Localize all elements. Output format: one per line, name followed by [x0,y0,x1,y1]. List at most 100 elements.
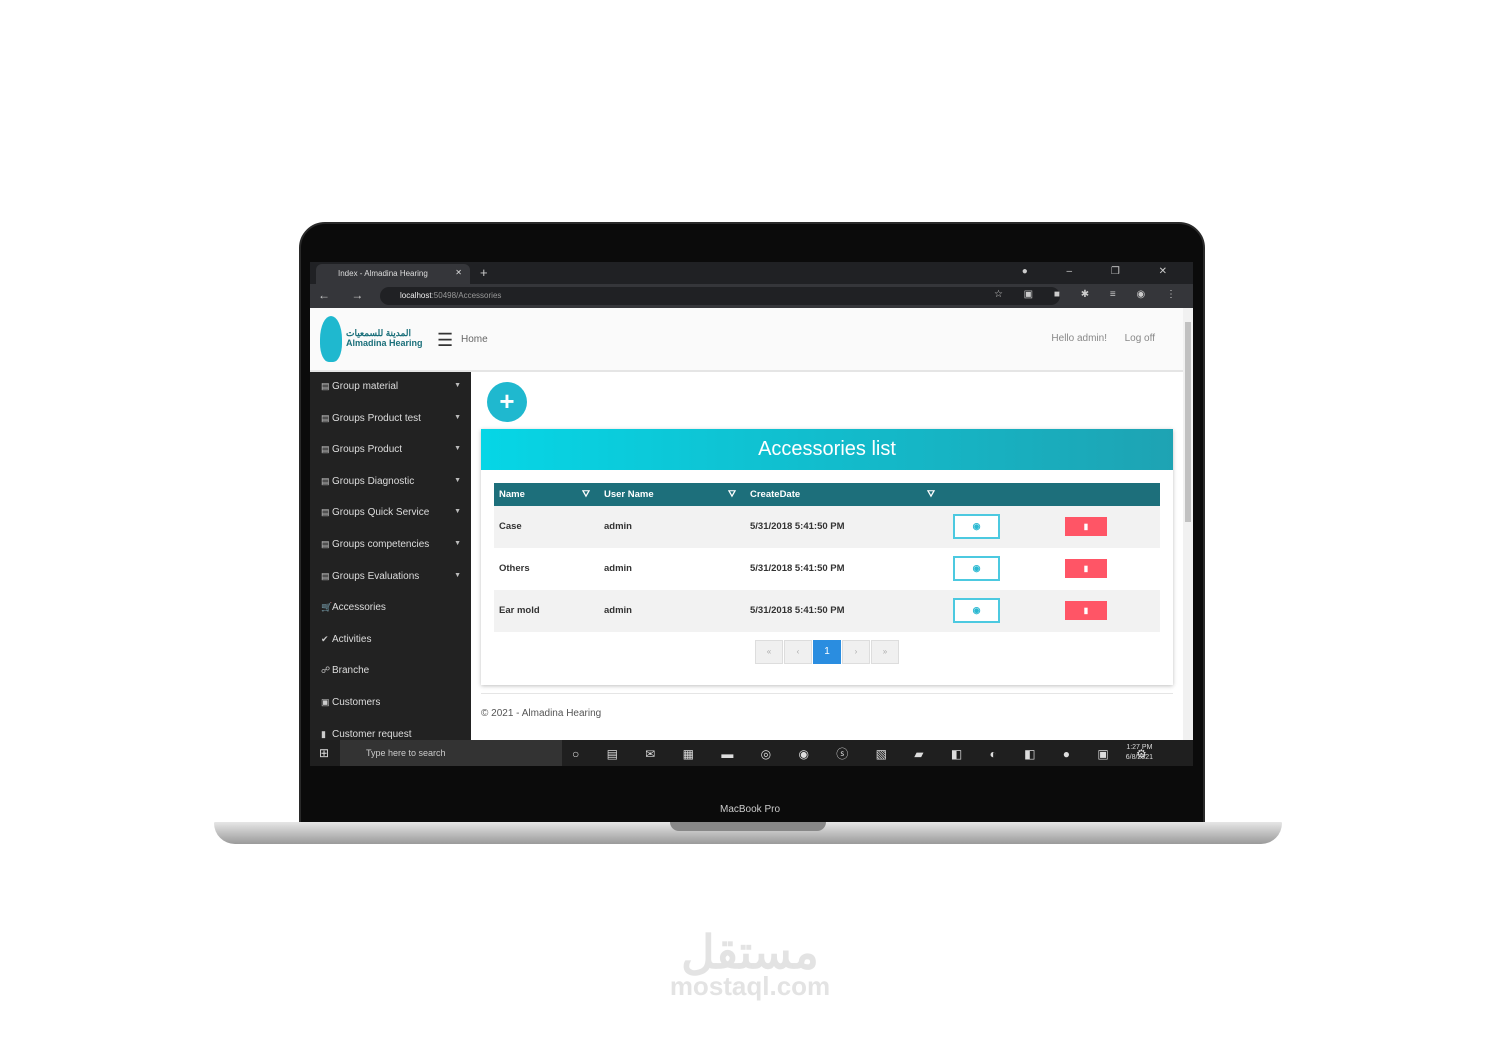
page-title: Accessories list [481,429,1173,470]
taskbar-search-input[interactable]: Type here to search [340,740,562,766]
list-icon: ▤ [321,507,330,518]
list-icon: ▤ [321,412,330,423]
sidebar-item-label: Groups Evaluations [332,570,420,582]
logo-icon [320,316,342,362]
device-label: MacBook Pro [719,804,781,815]
url-input[interactable]: localhost:50498/Accessories [380,287,1060,305]
sidebar-item-label: Accessories [332,602,386,614]
filter-icon[interactable]: ⛛ [927,489,935,500]
laptop-notch [670,822,826,831]
browser-tab[interactable]: Index - Almadina Hearing ✕ [316,264,470,284]
sidebar-item-label: Customers [332,696,381,708]
sidebar-item[interactable]: ▣ Customers [310,688,471,720]
prev-page-button[interactable]: ‹ [784,640,812,664]
column-user-name[interactable]: User Name [604,489,654,500]
caret-down-icon: ▼ [454,382,461,389]
address-book-icon: ▣ [321,696,330,707]
footer: © 2021 - Almadina Hearing [481,693,1173,719]
cart-icon: 🛒 [321,602,333,613]
cell-name: Ear mold [499,605,540,616]
scrollbar-thumb[interactable] [1185,322,1191,522]
scrollbar[interactable] [1183,308,1193,740]
taskbar-clock[interactable]: 1:27 PM 6/8/2021 [1126,743,1153,763]
sidebar-item[interactable]: ▤ Group material ▼ [310,372,471,404]
view-button[interactable]: ◉ [953,514,1000,539]
home-link[interactable]: Home [461,334,488,345]
delete-button[interactable]: ▮ [1065,517,1107,536]
cell-user: admin [604,521,632,532]
sidebar-item[interactable]: ▤ Groups Quick Service ▼ [310,498,471,530]
caret-down-icon: ▼ [454,476,461,484]
new-tab-button[interactable]: + [480,265,488,280]
sidebar-item[interactable]: ✔ Activities [310,625,471,657]
window-controls[interactable]: ● – ❐ ✕ [1022,266,1185,277]
column-name[interactable]: Name [499,489,525,500]
add-button[interactable]: + [487,382,527,422]
view-button[interactable]: ◉ [953,598,1000,623]
sidebar-item[interactable]: 🛒Accessories [310,593,471,625]
filter-icon[interactable]: ⛛ [728,489,736,500]
cell-date: 5/31/2018 5:41:50 PM [750,563,845,574]
extension-icons[interactable]: ☆ ▣ ■ ✱ ≡ ◉ ⋮ [994,289,1185,300]
pagination: « ‹ 1 › » [755,640,900,664]
sidebar-item[interactable]: ▤ Groups Product ▼ [310,435,471,467]
table-row: Ear mold admin 5/31/2018 5:41:50 PM ◉ ▮ [494,590,1160,632]
cell-user: admin [604,563,632,574]
trash-icon: ▮ [1083,606,1089,615]
trash-icon: ▮ [1083,522,1089,531]
taskbar-app-icons[interactable]: ○ ▤ ✉ ▦ ▬ ◎ ◉ ⓢ ▧ ▰ ◧ ◐ ◧ ● ▣ ⚙ [572,745,1159,762]
url-host: localhost [400,291,432,300]
sidebar-item-label: Groups Product [332,444,403,456]
first-page-button[interactable]: « [755,640,783,664]
browser-tabbar: Index - Almadina Hearing ✕ + ● – ❐ ✕ [310,262,1193,284]
menu-icon[interactable]: ☰ [437,330,453,351]
sidebar-item[interactable]: ☍ Branche [310,656,471,688]
clipboard-icon: ▮ [321,728,326,739]
sidebar-item[interactable]: ▤ Groups Diagnostic ▼ [310,467,471,499]
view-button[interactable]: ◉ [953,556,1000,581]
column-create-date[interactable]: CreateDate [750,489,800,500]
search-placeholder: Type here to search [366,748,446,758]
watermark-logo: مستقل mostaql.com [669,926,831,1001]
sidebar-item[interactable]: ▤ Groups Evaluations ▼ [310,562,471,594]
eye-icon: ◉ [972,605,981,615]
logo-text: المدينة للسمعيات Almadina Hearing [346,328,423,348]
delete-button[interactable]: ▮ [1065,559,1107,578]
caret-down-icon: ▼ [454,445,461,453]
caret-down-icon: ▼ [454,508,461,516]
check-circle-icon: ✔ [321,633,329,644]
sidebar-item-label: Groups Product test [332,412,421,424]
sidebar-item-label: Groups Quick Service [332,507,430,519]
sidebar-item-label: Branche [332,665,370,677]
logoff-link[interactable]: Log off [1125,333,1155,344]
sidebar-item-label: Groups Diagnostic [332,475,415,487]
caret-down-icon: ▼ [454,571,461,579]
hello-user-link[interactable]: Hello admin! [1051,333,1107,344]
main-content: + Accessories list Name ⛛ User Name ⛛ Cr… [471,372,1183,740]
cell-date: 5/31/2018 5:41:50 PM [750,605,845,616]
url-path: :50498/Accessories [431,291,502,300]
list-icon: ▤ [321,475,330,486]
filter-icon[interactable]: ⛛ [582,489,590,500]
next-page-button[interactable]: › [842,640,870,664]
tab-title: Index - Almadina Hearing [338,269,428,278]
eye-icon: ◉ [972,521,981,531]
sidebar-item[interactable]: ▤ Groups Product test ▼ [310,404,471,436]
last-page-button[interactable]: » [871,640,899,664]
close-tab-icon[interactable]: ✕ [455,268,462,277]
page-1-button[interactable]: 1 [813,640,841,664]
cell-name: Case [499,521,522,532]
app-header: المدينة للسمعيات Almadina Hearing ☰ Home … [310,308,1183,372]
address-bar: ← → ↻ localhost:50498/Accessories ☆ ▣ ■ … [310,284,1193,308]
sidebar-item-label: Activities [332,633,372,645]
list-icon: ▤ [321,538,330,549]
table-row: Case admin 5/31/2018 5:41:50 PM ◉ ▮ [494,506,1160,548]
delete-button[interactable]: ▮ [1065,601,1107,620]
table-header: Name ⛛ User Name ⛛ CreateDate ⛛ [494,483,1160,506]
sidebar-item[interactable]: ▤ Groups competencies ▼ [310,530,471,562]
cell-date: 5/31/2018 5:41:50 PM [750,521,845,532]
caret-down-icon: ▼ [454,413,461,421]
screen: Index - Almadina Hearing ✕ + ● – ❐ ✕ ← → … [310,262,1193,766]
windows-start-icon[interactable]: ⊞ [319,746,329,760]
list-icon: ▤ [321,444,330,455]
